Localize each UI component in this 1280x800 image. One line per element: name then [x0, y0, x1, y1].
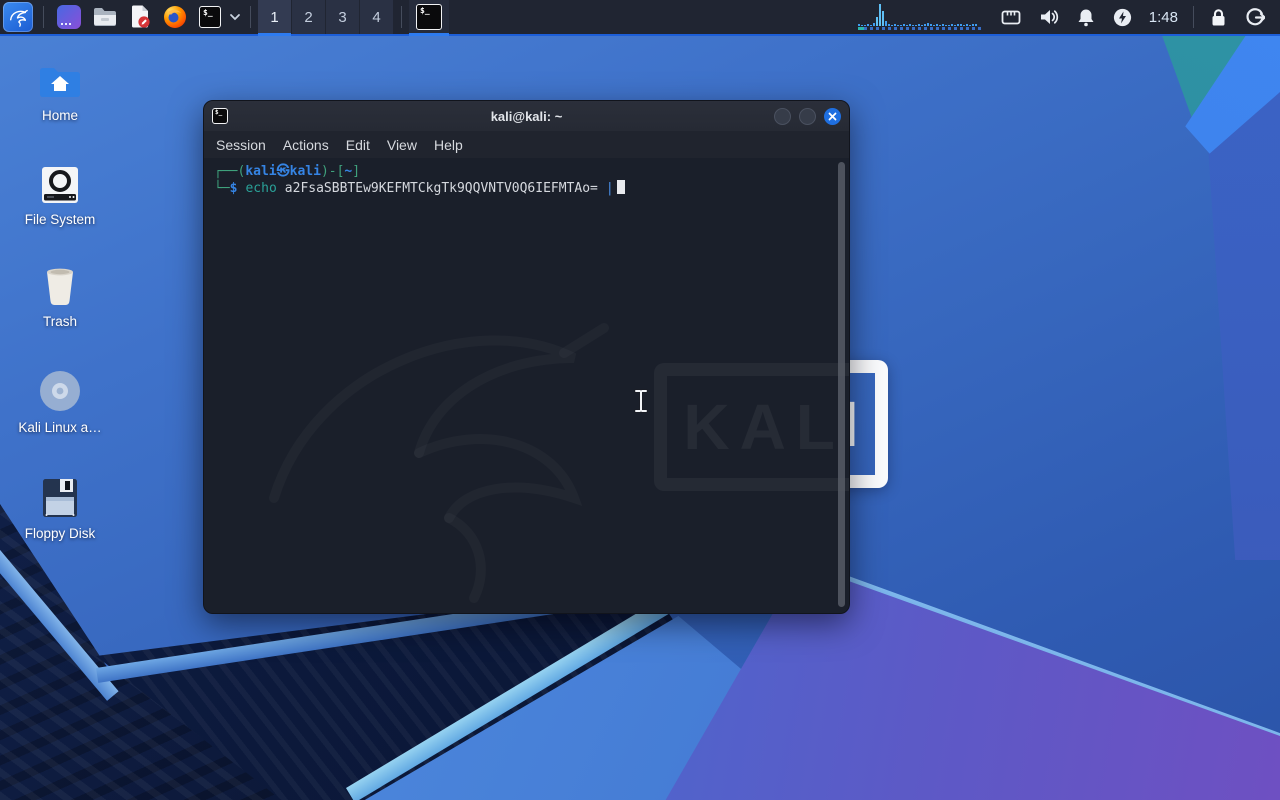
bell-icon [1078, 9, 1094, 26]
window-title: kali@kali: ~ [490, 108, 563, 124]
close-button[interactable] [824, 107, 841, 125]
desktop-icon-label: Home [41, 108, 78, 123]
power-manager-button[interactable] [1104, 0, 1141, 34]
applications-menu-button[interactable] [0, 0, 36, 34]
window-app-icon [57, 5, 81, 29]
window-app-launcher[interactable] [51, 0, 87, 34]
panel-left-group: $_ 1 2 3 4 $_ [0, 0, 449, 36]
panel-separator [250, 6, 251, 28]
firefox-icon [164, 6, 186, 28]
terminal-scrollbar[interactable] [838, 162, 845, 607]
workspace-1[interactable]: 1 [258, 0, 291, 36]
volume-button[interactable] [1030, 0, 1068, 34]
window-menubar: Session Actions Edit View Help [204, 131, 849, 158]
terminal-content[interactable]: KALI ┌──(kali㉿kali)-[~] └─$echoa2FsaSBBT… [204, 158, 849, 613]
terminal-launcher-dropdown[interactable] [227, 0, 243, 34]
kali-dragon-watermark [234, 248, 654, 608]
workspace-switcher: 1 2 3 4 [258, 0, 394, 36]
maximize-button[interactable] [799, 107, 816, 125]
window-titlebar[interactable]: $_ kali@kali: ~ [204, 101, 849, 131]
desktop: KALI [0, 0, 1280, 800]
trash-icon [47, 268, 73, 305]
volume-icon [1040, 10, 1058, 24]
terminal-cursor [616, 180, 625, 194]
log-out-icon [1246, 8, 1265, 26]
minimize-button[interactable] [774, 107, 791, 125]
prompt-line-1: ┌──(kali㉿kali)-[~] [214, 164, 361, 179]
menu-edit[interactable]: Edit [338, 134, 378, 156]
taskbar-terminal-window-button[interactable]: $_ [409, 0, 449, 36]
close-icon [828, 112, 837, 120]
terminal-window: $_ kali@kali: ~ Session Actions Edit Vie… [203, 100, 850, 614]
desktop-icon-label: Floppy Disk [24, 526, 96, 541]
panel-right-group: 1:48 [857, 0, 1280, 34]
desktop-icon-file-system[interactable]: File System [10, 160, 110, 227]
terminal-launcher[interactable]: $_ [193, 0, 227, 34]
menu-actions[interactable]: Actions [275, 134, 337, 156]
document-edit-icon [132, 5, 150, 28]
desktop-icon-trash[interactable]: Trash [10, 262, 110, 329]
menu-session[interactable]: Session [208, 134, 274, 156]
chevron-down-icon [230, 14, 240, 21]
workspace-2[interactable]: 2 [292, 0, 325, 34]
menu-view[interactable]: View [379, 134, 425, 156]
floppy-disk-icon [43, 479, 77, 517]
desktop-icon-label: Trash [42, 314, 77, 329]
panel-separator [1193, 6, 1194, 28]
network-caption [857, 27, 982, 30]
desktop-icon-label: File System [24, 212, 96, 227]
desktop-icon-kali-cd[interactable]: Kali Linux a… [10, 368, 110, 435]
file-manager-launcher[interactable] [87, 0, 123, 34]
panel-separator [43, 6, 44, 28]
kali-dragon-icon [3, 2, 33, 32]
firefox-launcher[interactable] [157, 0, 193, 34]
hard-disk-icon [42, 167, 78, 203]
desktop-icon-home[interactable]: Home [10, 56, 110, 123]
clock[interactable]: 1:48 [1141, 9, 1186, 26]
panel-separator [401, 6, 402, 28]
network-monitor-graph[interactable] [857, 2, 982, 32]
lock-screen-button[interactable] [1201, 0, 1236, 34]
prompt-line-2: └─$ echo a2FsaSBBTEw9KEFMTCkgTk9QQVNTV0Q6I… [214, 180, 849, 197]
terminal-icon: $_ [199, 6, 221, 28]
workspace-4[interactable]: 4 [360, 0, 393, 34]
notifications-button[interactable] [1068, 0, 1104, 34]
text-editor-launcher[interactable] [123, 0, 157, 34]
desktop-icon-floppy-disk[interactable]: Floppy Disk [10, 474, 110, 541]
top-panel: $_ 1 2 3 4 $_ 1:48 [0, 0, 1280, 36]
menu-help[interactable]: Help [426, 134, 471, 156]
kali-watermark: KALI [654, 363, 849, 491]
optical-disc-icon [40, 371, 80, 411]
power-manager-icon [1113, 8, 1131, 26]
log-out-button[interactable] [1236, 0, 1274, 34]
folder-icon [94, 8, 116, 26]
desktop-icon-label: Kali Linux a… [18, 420, 102, 435]
terminal-icon: $_ [416, 4, 442, 30]
network-bars [857, 4, 982, 26]
home-folder-icon [40, 68, 80, 97]
ethernet-icon [1001, 10, 1021, 24]
network-status-button[interactable] [992, 0, 1030, 34]
lock-icon [1212, 8, 1225, 25]
workspace-3[interactable]: 3 [326, 0, 359, 34]
